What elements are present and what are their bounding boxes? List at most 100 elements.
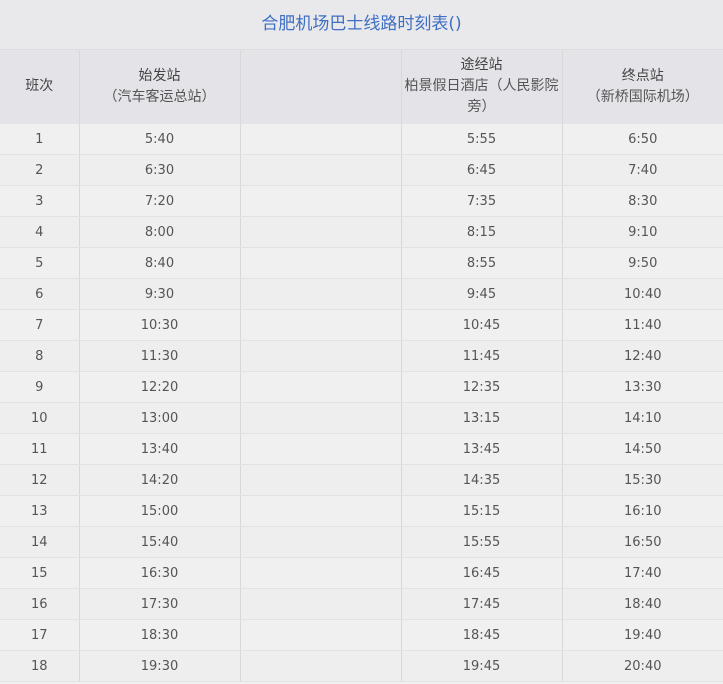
- cell-empty: [240, 619, 402, 651]
- header-via-label: 途经站: [460, 57, 503, 73]
- header-empty: [240, 50, 402, 124]
- cell-depart-time: 5:40: [79, 123, 241, 155]
- table-row: 13 15:00 15:15 16:10: [0, 495, 723, 527]
- cell-depart-time: 10:30: [79, 309, 241, 341]
- cell-arrive-time: 16:10: [562, 495, 723, 527]
- cell-via-time: 19:45: [401, 650, 563, 682]
- cell-arrive-time: 14:10: [562, 402, 723, 434]
- cell-arrive-time: 15:30: [562, 464, 723, 496]
- cell-empty: [240, 185, 402, 217]
- cell-arrive-time: 19:40: [562, 619, 723, 651]
- cell-trip-number: 18: [0, 650, 80, 682]
- table-row: 12 14:20 14:35 15:30: [0, 464, 723, 496]
- cell-empty: [240, 464, 402, 496]
- cell-arrive-time: 13:30: [562, 371, 723, 403]
- cell-via-time: 11:45: [401, 340, 563, 372]
- cell-arrive-time: 18:40: [562, 588, 723, 620]
- table-row: 5 8:40 8:55 9:50: [0, 247, 723, 279]
- cell-via-time: 7:35: [401, 185, 563, 217]
- cell-depart-time: 14:20: [79, 464, 241, 496]
- cell-depart-time: 15:40: [79, 526, 241, 558]
- cell-depart-time: 13:00: [79, 402, 241, 434]
- cell-trip-number: 15: [0, 557, 80, 589]
- cell-arrive-time: 12:40: [562, 340, 723, 372]
- cell-depart-time: 16:30: [79, 557, 241, 589]
- cell-trip-number: 9: [0, 371, 80, 403]
- cell-arrive-time: 8:30: [562, 185, 723, 217]
- table-row: 3 7:20 7:35 8:30: [0, 185, 723, 217]
- cell-trip-number: 11: [0, 433, 80, 465]
- cell-depart-time: 17:30: [79, 588, 241, 620]
- header-via: 途经站 柏景假日酒店（人民影院旁）: [401, 50, 563, 124]
- cell-depart-time: 11:30: [79, 340, 241, 372]
- cell-trip-number: 16: [0, 588, 80, 620]
- cell-depart-time: 15:00: [79, 495, 241, 527]
- cell-via-time: 17:45: [401, 588, 563, 620]
- header-origin-label: 始发站: [138, 67, 181, 84]
- cell-empty: [240, 123, 402, 155]
- cell-empty: [240, 278, 402, 310]
- header-row: 班次 始发站 （汽车客运总站） 途经站 柏景假日酒店（人民影院旁） 终点站 （新…: [0, 50, 723, 124]
- table-row: 7 10:30 10:45 11:40: [0, 309, 723, 341]
- cell-empty: [240, 495, 402, 527]
- cell-via-time: 13:15: [401, 402, 563, 434]
- cell-trip-number: 12: [0, 464, 80, 496]
- table-row: 18 19:30 19:45 20:40: [0, 650, 723, 682]
- cell-trip-number: 1: [0, 123, 80, 155]
- cell-via-time: 16:45: [401, 557, 563, 589]
- cell-arrive-time: 10:40: [562, 278, 723, 310]
- cell-empty: [240, 340, 402, 372]
- cell-empty: [240, 247, 402, 279]
- cell-via-time: 5:55: [401, 123, 563, 155]
- cell-via-time: 10:45: [401, 309, 563, 341]
- cell-via-time: 9:45: [401, 278, 563, 310]
- cell-arrive-time: 7:40: [562, 154, 723, 186]
- cell-via-time: 12:35: [401, 371, 563, 403]
- header-origin: 始发站 （汽车客运总站）: [79, 50, 241, 124]
- cell-trip-number: 8: [0, 340, 80, 372]
- cell-depart-time: 6:30: [79, 154, 241, 186]
- page-title: 合肥机场巴士线路时刻表(): [0, 0, 723, 50]
- cell-via-time: 15:55: [401, 526, 563, 558]
- table-row: 8 11:30 11:45 12:40: [0, 340, 723, 372]
- cell-arrive-time: 9:10: [562, 216, 723, 248]
- cell-arrive-time: 6:50: [562, 123, 723, 155]
- table-row: 2 6:30 6:45 7:40: [0, 154, 723, 186]
- table-row: 14 15:40 15:55 16:50: [0, 526, 723, 558]
- cell-empty: [240, 309, 402, 341]
- cell-via-time: 8:15: [401, 216, 563, 248]
- cell-empty: [240, 216, 402, 248]
- table-row: 11 13:40 13:45 14:50: [0, 433, 723, 465]
- cell-trip-number: 7: [0, 309, 80, 341]
- cell-empty: [240, 433, 402, 465]
- cell-trip-number: 2: [0, 154, 80, 186]
- table-row: 4 8:00 8:15 9:10: [0, 216, 723, 248]
- cell-depart-time: 8:00: [79, 216, 241, 248]
- cell-trip-number: 5: [0, 247, 80, 279]
- header-terminal-sub: （新桥国际机场）: [586, 88, 699, 105]
- timetable: 班次 始发站 （汽车客运总站） 途经站 柏景假日酒店（人民影院旁） 终点站 （新…: [0, 50, 723, 682]
- table-row: 1 5:40 5:55 6:50: [0, 123, 723, 155]
- cell-empty: [240, 371, 402, 403]
- timetable-container: 合肥机场巴士线路时刻表() 班次 始发站 （汽车客运总站） 途经站 柏景假日酒店…: [0, 0, 723, 684]
- cell-depart-time: 19:30: [79, 650, 241, 682]
- cell-arrive-time: 11:40: [562, 309, 723, 341]
- table-row: 6 9:30 9:45 10:40: [0, 278, 723, 310]
- table-row: 15 16:30 16:45 17:40: [0, 557, 723, 589]
- cell-arrive-time: 9:50: [562, 247, 723, 279]
- cell-depart-time: 9:30: [79, 278, 241, 310]
- cell-trip-number: 17: [0, 619, 80, 651]
- table-body: 1 5:40 5:55 6:50 2 6:30 6:45 7:40 3 7:20 7:35 8:30 4…: [0, 123, 723, 682]
- cell-empty: [240, 154, 402, 186]
- header-trip: 班次: [0, 50, 80, 124]
- table-row: 16 17:30 17:45 18:40: [0, 588, 723, 620]
- cell-trip-number: 6: [0, 278, 80, 310]
- cell-arrive-time: 16:50: [562, 526, 723, 558]
- cell-empty: [240, 650, 402, 682]
- cell-empty: [240, 557, 402, 589]
- header-via-sub: 柏景假日酒店（人民影院旁）: [404, 78, 559, 115]
- cell-via-time: 6:45: [401, 154, 563, 186]
- cell-via-time: 8:55: [401, 247, 563, 279]
- cell-trip-number: 13: [0, 495, 80, 527]
- cell-depart-time: 12:20: [79, 371, 241, 403]
